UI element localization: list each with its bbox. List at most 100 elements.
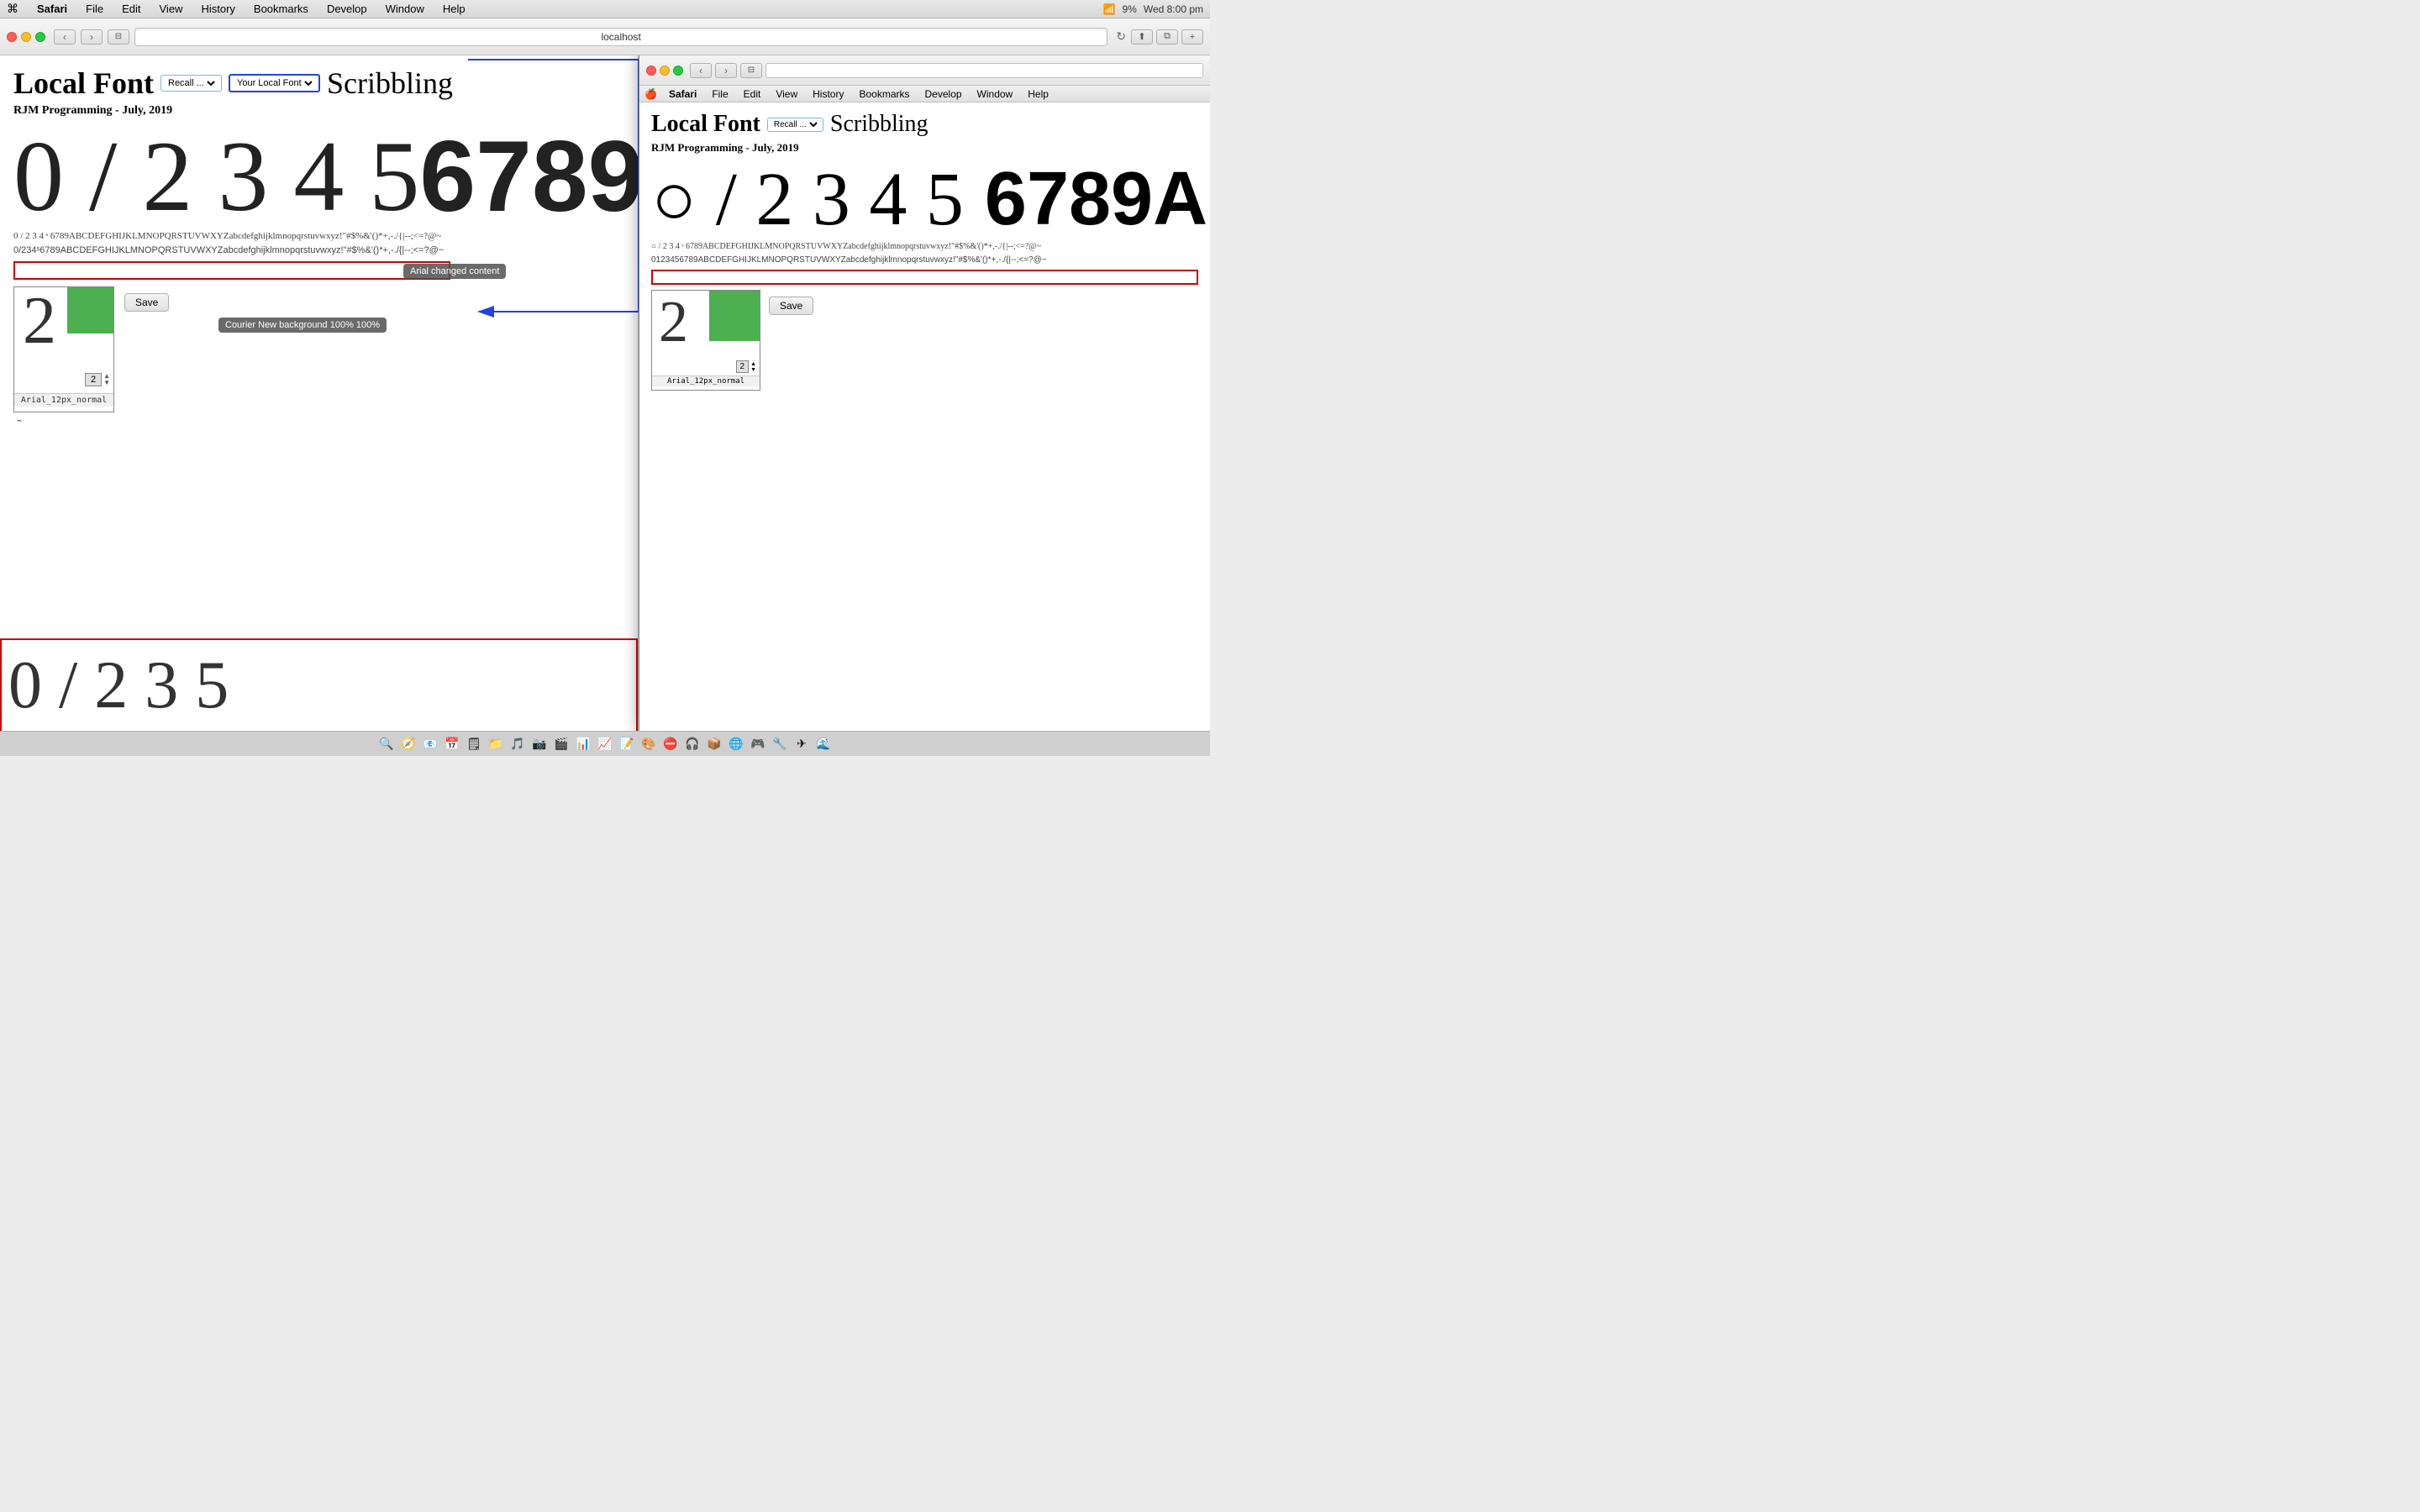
dock-movies[interactable]: 🎬 <box>552 735 571 753</box>
tabs-button[interactable]: ⧉ <box>1156 29 1178 45</box>
browser-content: Local Font Recall ... Your Local Font Sc… <box>0 55 1210 731</box>
counter-box-left: 2 ▲ ▼ <box>85 373 110 386</box>
dock-photos[interactable]: 📷 <box>530 735 549 753</box>
right-counter-arrows[interactable]: ▲ ▼ <box>750 361 756 373</box>
fullscreen-button[interactable] <box>35 32 45 42</box>
bottom-handwritten-left: 0 / 2 3 5 <box>0 638 638 731</box>
right-file-label: Arial_12px_normal <box>652 375 760 386</box>
right-browser-toolbar: ‹ › ⊟ <box>639 55 1210 86</box>
right-menu-history[interactable]: History <box>809 87 847 101</box>
menu-file[interactable]: File <box>82 2 107 16</box>
dock-stocks[interactable]: 📈 <box>596 735 614 753</box>
reload-button[interactable]: ↻ <box>1116 29 1126 44</box>
dock: 🔍 🧭 📧 📅 🗒 📁 🎵 📷 🎬 📊 📈 📝 🎨 ⛔ 🎧 📦 🌐 🎮 🔧 ✈ … <box>0 731 1210 756</box>
red-border-input-left[interactable] <box>13 261 450 280</box>
dock-numbers[interactable]: 📊 <box>574 735 592 753</box>
right-menu-develop[interactable]: Develop <box>922 87 965 101</box>
right-recall-select[interactable]: Recall ... <box>767 118 823 132</box>
right-address-bar[interactable] <box>765 63 1203 78</box>
dock-calendar[interactable]: 📅 <box>443 735 461 753</box>
right-menu-view[interactable]: View <box>772 87 801 101</box>
dock-finder[interactable]: 🔍 <box>377 735 396 753</box>
right-counter-down[interactable]: ▼ <box>750 367 756 373</box>
right-back-button[interactable]: ‹ <box>690 63 712 78</box>
minimize-button[interactable] <box>21 32 31 42</box>
menu-bookmarks[interactable]: Bookmarks <box>250 2 312 16</box>
counter-arrows-left[interactable]: ▲ ▼ <box>103 373 110 386</box>
right-menu-window[interactable]: Window <box>974 87 1017 101</box>
canvas-green-left <box>67 287 113 333</box>
dock-block[interactable]: ⛔ <box>661 735 680 753</box>
font-title-left: Local Font <box>13 66 154 101</box>
save-button-left[interactable]: Save <box>124 293 169 312</box>
dock-tools[interactable]: 🔧 <box>771 735 789 753</box>
url-display: localhost <box>601 31 640 43</box>
right-small-chars-row2: 0123456789ABCDEFGHIJKLMNOPQRSTUVWXYZabcd… <box>651 255 1198 266</box>
menu-view[interactable]: View <box>156 2 187 16</box>
dock-wave[interactable]: 🌊 <box>814 735 833 753</box>
right-menu-edit[interactable]: Edit <box>740 87 765 101</box>
menu-window[interactable]: Window <box>382 2 428 16</box>
courier-tooltip: Courier New background 100% 100% <box>218 318 387 333</box>
dock-notes[interactable]: 🗒 <box>465 735 483 753</box>
share-button[interactable]: ⬆ <box>1131 29 1153 45</box>
dock-globe[interactable]: 🌐 <box>727 735 745 753</box>
dock-travel[interactable]: ✈ <box>792 735 811 753</box>
right-menu-bar: 🍎 Safari File Edit View History Bookmark… <box>639 86 1210 102</box>
right-recall-dropdown[interactable]: Recall ... <box>771 119 820 130</box>
dock-game[interactable]: 🎮 <box>749 735 767 753</box>
address-bar[interactable]: localhost <box>134 28 1107 46</box>
preview-area-left: 2 2 ▲ ▼ Arial_12px_normal ~ Save <box>13 286 624 412</box>
dock-mail[interactable]: 📧 <box>421 735 439 753</box>
apple-menu[interactable]: ⌘ <box>7 2 18 16</box>
dock-package[interactable]: 📦 <box>705 735 723 753</box>
back-button[interactable]: ‹ <box>54 29 76 45</box>
dock-safari[interactable]: 🧭 <box>399 735 418 753</box>
dock-podcast[interactable]: 🎧 <box>683 735 702 753</box>
right-close-button[interactable] <box>646 66 656 76</box>
right-save-button[interactable]: Save <box>769 297 813 315</box>
dock-music[interactable]: 🎵 <box>508 735 527 753</box>
right-menu-help[interactable]: Help <box>1024 87 1052 101</box>
counter-down-left[interactable]: ▼ <box>103 380 110 386</box>
right-menu-bookmarks[interactable]: Bookmarks <box>855 87 913 101</box>
menu-history[interactable]: History <box>197 2 238 16</box>
close-button[interactable] <box>7 32 17 42</box>
battery-status: 9% <box>1123 3 1137 15</box>
right-red-border-input[interactable] <box>651 270 1198 285</box>
right-canvas-box: 2 2 ▲ ▼ Arial_12px_normal <box>651 290 760 391</box>
dock-photoshop[interactable]: 🎨 <box>639 735 658 753</box>
counter-display-left: 2 <box>85 373 102 386</box>
menu-edit[interactable]: Edit <box>118 2 144 16</box>
right-fullscreen-button[interactable] <box>673 66 683 76</box>
new-tab-button[interactable]: + <box>1181 29 1203 45</box>
right-browser-window: ‹ › ⊟ 🍎 Safari File Edit View History Bo… <box>639 55 1210 731</box>
canvas-box-left: 2 2 ▲ ▼ Arial_12px_normal <box>13 286 114 412</box>
menu-develop[interactable]: Develop <box>324 2 371 16</box>
right-menu-safari[interactable]: Safari <box>666 87 700 101</box>
right-menu-file[interactable]: File <box>708 87 731 101</box>
right-sidebar-toggle[interactable]: ⊟ <box>740 63 762 78</box>
menu-safari[interactable]: Safari <box>34 2 71 16</box>
right-apple[interactable]: 🍎 <box>644 88 657 100</box>
recall-select-left[interactable]: Recall ... <box>160 75 222 92</box>
sidebar-toggle[interactable]: ⊟ <box>108 29 129 45</box>
right-subtitle: RJM Programming - July, 2019 <box>651 141 1198 155</box>
font-dropdown-left[interactable]: Your Local Font <box>234 77 315 89</box>
right-minimize-button[interactable] <box>660 66 670 76</box>
clock: Wed 8:00 pm <box>1144 3 1203 15</box>
dock-files[interactable]: 📁 <box>487 735 505 753</box>
forward-button[interactable]: › <box>81 29 103 45</box>
left-page: Local Font Recall ... Your Local Font Sc… <box>0 55 639 731</box>
menu-help[interactable]: Help <box>439 2 469 16</box>
recall-dropdown-left[interactable]: Recall ... <box>165 77 218 89</box>
traffic-lights <box>7 32 45 42</box>
handwritten-chars-left: 0 / 2 3 4 5 <box>13 126 419 227</box>
dock-pages[interactable]: 📝 <box>618 735 636 753</box>
arial-chars-left: 6789ABCDEFGHIJKLMNOPQRSTU <box>419 126 639 227</box>
menu-bar-right: 📶 9% Wed 8:00 pm <box>1103 3 1203 15</box>
right-forward-button[interactable]: › <box>715 63 737 78</box>
arial-tooltip: Arial changed content <box>403 264 506 279</box>
font-select-left[interactable]: Your Local Font <box>229 74 320 92</box>
right-counter-up[interactable]: ▲ <box>750 361 756 367</box>
